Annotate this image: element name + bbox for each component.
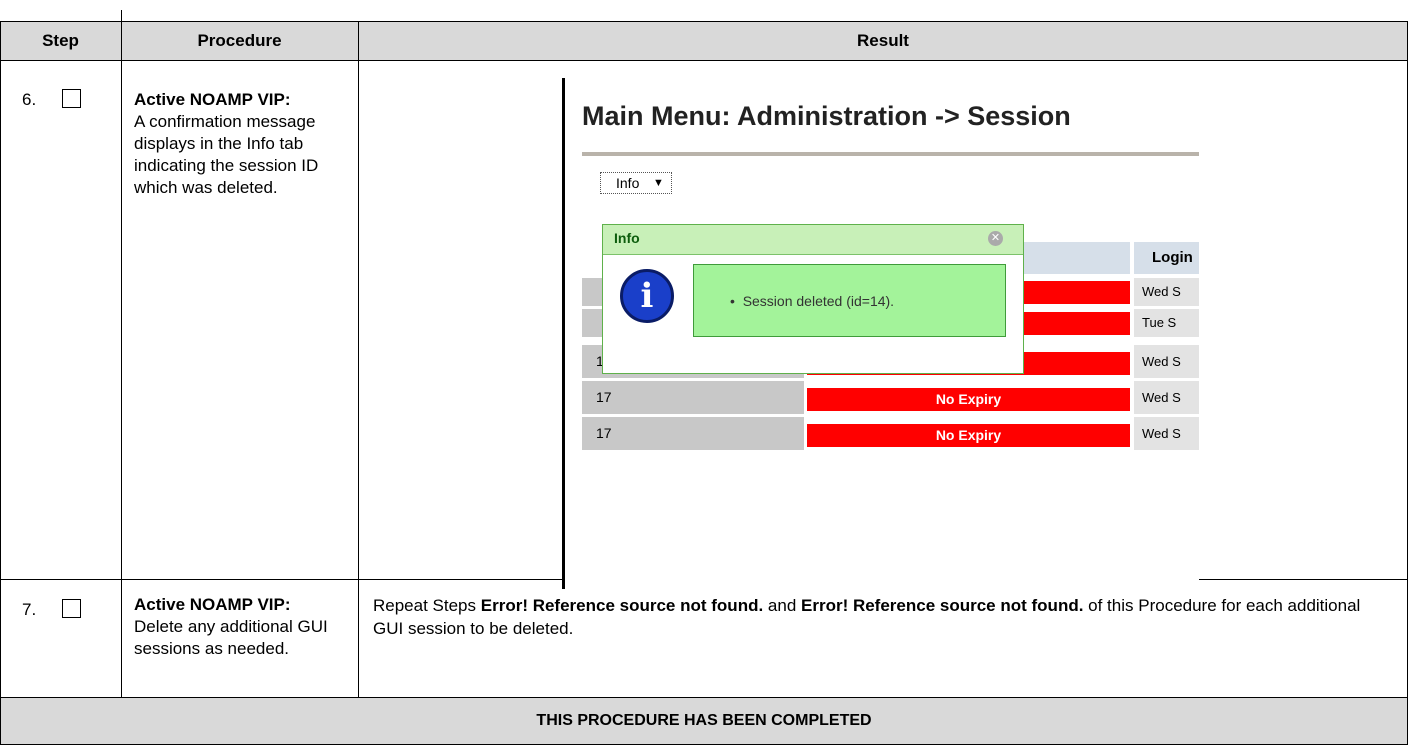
popup-title: Info bbox=[614, 230, 640, 246]
login-header: Login bbox=[1134, 242, 1199, 274]
confirmation-message: • Session deleted (id=14). bbox=[730, 293, 895, 309]
procedure-text: Delete any additional GUI sessions as ne… bbox=[134, 617, 328, 658]
header-step: Step bbox=[42, 31, 79, 50]
info-tab-button[interactable]: Info ▼ bbox=[600, 172, 672, 194]
grid-line bbox=[358, 21, 359, 697]
screenshot-title: Main Menu: Administration -> Session bbox=[582, 101, 1071, 131]
grid-line bbox=[121, 10, 122, 697]
chevron-down-icon: ▼ bbox=[653, 177, 664, 189]
login-cell: Wed S bbox=[1134, 278, 1199, 306]
error-reference: Error! Reference source not found. bbox=[801, 596, 1084, 615]
close-icon[interactable]: ✕ bbox=[988, 231, 1003, 246]
session-id-cell: 17 bbox=[582, 381, 804, 414]
screenshot-border bbox=[562, 78, 565, 589]
header-result: Result bbox=[857, 31, 909, 50]
step-number: 7. bbox=[22, 600, 37, 619]
login-cell: Tue S bbox=[1134, 309, 1199, 337]
procedure-cell: Active NOAMP VIP: A confirmation message… bbox=[134, 89, 356, 199]
error-reference: Error! Reference source not found. bbox=[480, 596, 764, 615]
title-rule bbox=[582, 152, 1199, 156]
popup-title-bar: Info ✕ bbox=[603, 225, 1023, 255]
login-cell: Wed S bbox=[1134, 417, 1199, 450]
procedure-completed: THIS PROCEDURE HAS BEEN COMPLETED bbox=[536, 712, 872, 729]
result-text: Repeat Steps Error! Reference source not… bbox=[373, 594, 1393, 640]
grid-line bbox=[0, 60, 1408, 61]
login-cell: Wed S bbox=[1134, 345, 1199, 378]
session-id-cell: 17 bbox=[582, 417, 804, 450]
info-button-label: Info bbox=[616, 175, 640, 191]
confirmation-message-text: Session deleted (id=14). bbox=[742, 293, 895, 309]
procedure-text: A confirmation message displays in the I… bbox=[134, 112, 319, 197]
table-header-cell bbox=[1022, 242, 1130, 274]
procedure-title: Active NOAMP VIP: bbox=[134, 90, 291, 109]
result-text-part: and bbox=[763, 596, 801, 615]
grid-line bbox=[0, 21, 1, 745]
step-number: 6. bbox=[22, 90, 37, 109]
header-procedure: Procedure bbox=[197, 31, 282, 50]
procedure-title: Active NOAMP VIP: bbox=[134, 595, 291, 614]
info-popup: Info ✕ i • Session deleted (id=14). bbox=[602, 224, 1024, 374]
step-checkbox[interactable] bbox=[62, 599, 81, 618]
login-cell: Wed S bbox=[1134, 381, 1199, 414]
expiry-cell: No Expiry bbox=[807, 388, 1130, 411]
step-checkbox[interactable] bbox=[62, 89, 81, 108]
procedure-cell: Active NOAMP VIP: Delete any additional … bbox=[134, 594, 356, 660]
message-box: • Session deleted (id=14). bbox=[693, 264, 1006, 337]
session-screenshot: Main Menu: Administration -> Session Inf… bbox=[562, 78, 1199, 589]
expiry-cell: No Expiry bbox=[807, 424, 1130, 447]
result-text-part: Repeat Steps bbox=[373, 596, 481, 615]
info-icon: i bbox=[620, 269, 674, 323]
